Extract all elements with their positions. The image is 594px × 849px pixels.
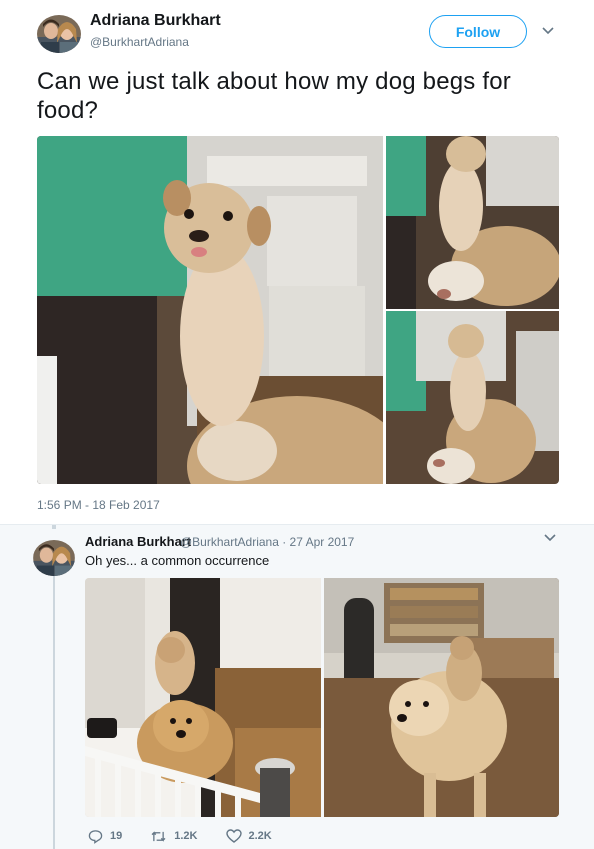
tweet-photo-3[interactable] bbox=[386, 311, 559, 484]
reply-text: Oh yes... a common occurrence bbox=[85, 553, 270, 568]
like-count: 2.2K bbox=[248, 830, 272, 842]
author-name[interactable]: Adriana Burkhart bbox=[90, 12, 221, 30]
like-button[interactable]: 2.2K bbox=[225, 829, 272, 843]
main-tweet: Adriana Burkhart @BurkhartAdriana Follow… bbox=[0, 0, 594, 524]
tweet-actions: 19 1.2K 2.2K bbox=[88, 827, 300, 845]
tweet-photo-2[interactable] bbox=[386, 136, 559, 309]
chevron-down-icon[interactable] bbox=[543, 531, 557, 545]
retweet-button[interactable]: 1.2K bbox=[150, 830, 198, 843]
author-handle[interactable]: @BurkhartAdriana bbox=[90, 35, 189, 49]
tweet-media-grid bbox=[37, 136, 559, 484]
follow-button[interactable]: Follow bbox=[429, 15, 527, 48]
retweet-count: 1.2K bbox=[174, 830, 198, 842]
reply-avatar[interactable] bbox=[33, 540, 75, 576]
reply-icon bbox=[88, 829, 103, 844]
reply-author-name[interactable]: Adriana Burkhart bbox=[85, 534, 191, 549]
reply-photo-1[interactable] bbox=[85, 578, 321, 817]
tweet-text: Can we just talk about how my dog begs f… bbox=[37, 68, 511, 124]
reply-count: 19 bbox=[110, 830, 123, 842]
reply-tweet: Adriana Burkhart @BurkhartAdriana · 27 A… bbox=[0, 524, 594, 849]
reply-photo-2[interactable] bbox=[324, 578, 559, 817]
chevron-down-icon[interactable] bbox=[541, 24, 555, 38]
thread-connector bbox=[52, 525, 56, 529]
reply-button[interactable]: 19 bbox=[88, 829, 122, 844]
tweet-timestamp[interactable]: 1:56 PM - 18 Feb 2017 bbox=[37, 498, 160, 512]
tweet-photo-1[interactable] bbox=[37, 136, 383, 484]
heart-icon bbox=[225, 829, 242, 843]
avatar[interactable] bbox=[37, 15, 81, 53]
reply-author-handle[interactable]: @BurkhartAdriana · 27 Apr 2017 bbox=[180, 535, 354, 549]
retweet-icon bbox=[151, 830, 166, 842]
reply-media-grid bbox=[85, 578, 559, 817]
thread-line bbox=[53, 566, 55, 849]
